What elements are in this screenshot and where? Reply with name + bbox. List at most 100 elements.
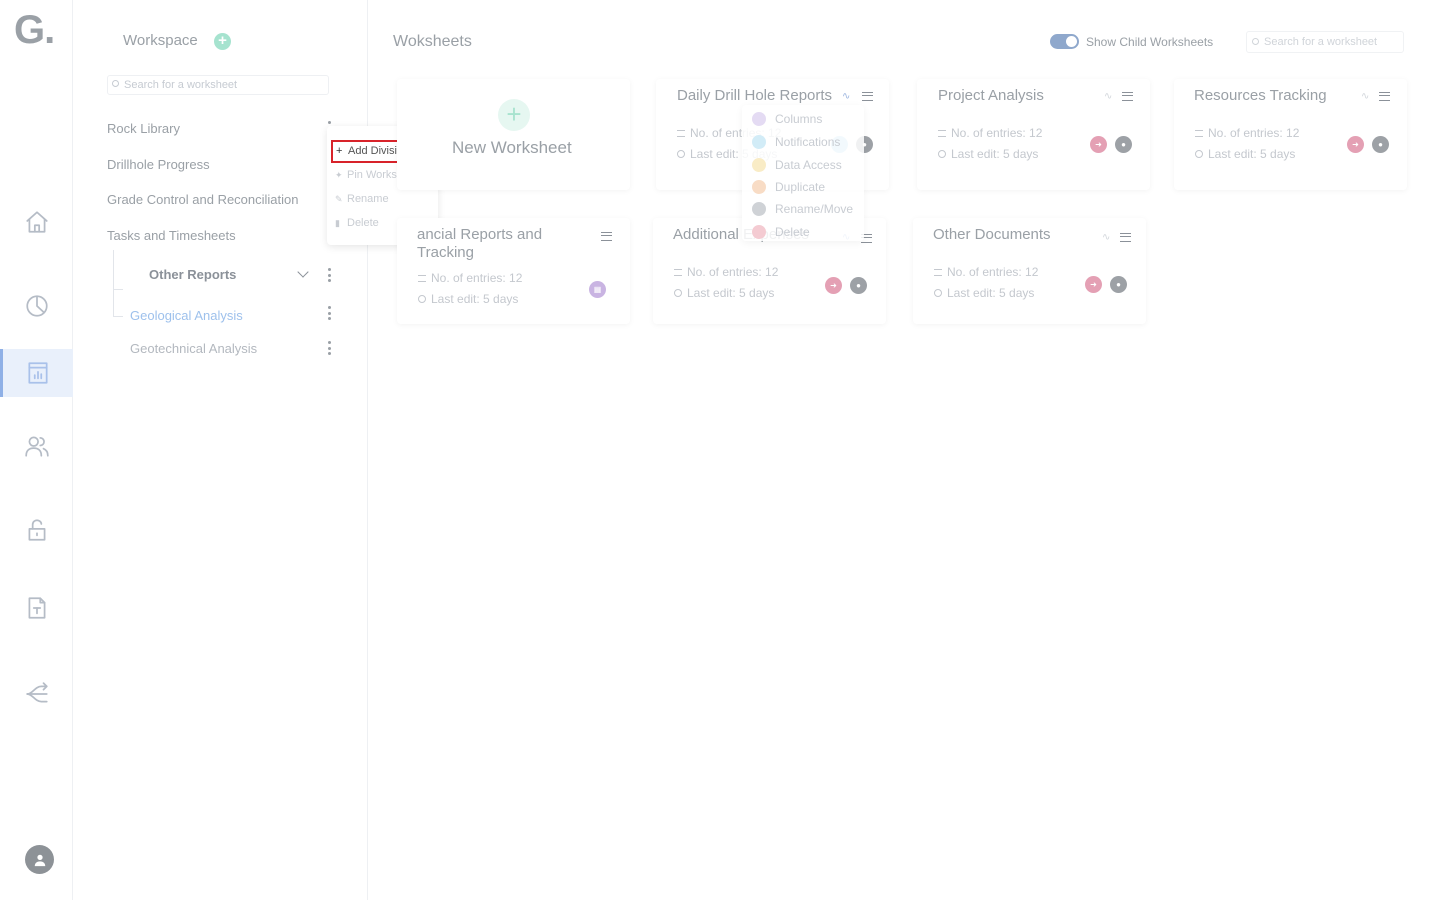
pie-chart-icon[interactable]: [0, 282, 73, 330]
flow-icon[interactable]: [0, 670, 73, 718]
view-icon[interactable]: ●: [1110, 276, 1127, 293]
tree-connector: [113, 250, 114, 316]
user-avatar[interactable]: [25, 845, 54, 874]
document-icon[interactable]: [0, 584, 73, 632]
menu-item-columns[interactable]: Columns: [752, 112, 822, 126]
geological-kebab-icon[interactable]: [324, 304, 334, 322]
other-reports-kebab-icon[interactable]: [324, 266, 334, 284]
worksheet-card[interactable]: ancial Reports and Tracking No. of entrie…: [397, 218, 630, 324]
view-icon[interactable]: ●: [1115, 136, 1132, 153]
entries-count: No. of entries: 12: [674, 265, 778, 279]
workspace-item-grade-control[interactable]: Grade Control and Reconciliation: [107, 192, 299, 207]
export-icon[interactable]: ➜: [1090, 136, 1107, 153]
nav-rail: G.: [0, 0, 73, 900]
chevron-down-icon[interactable]: [297, 266, 309, 278]
key-icon: [752, 158, 766, 172]
list-icon: [677, 130, 685, 137]
workspace-item-rock-library[interactable]: Rock Library: [107, 121, 180, 136]
new-worksheet-label: New Worksheet: [452, 138, 572, 157]
geotechnical-kebab-icon[interactable]: [324, 339, 334, 357]
unlock-icon[interactable]: [0, 506, 73, 554]
last-edit: Last edit: 5 days: [674, 286, 774, 300]
copy-icon: [752, 180, 766, 194]
new-worksheet-card[interactable]: + New Worksheet: [397, 79, 630, 190]
list-icon: [1195, 130, 1203, 137]
workspace-panel: Workspace + Search for a worksheet Rock …: [73, 0, 368, 900]
menu-icon[interactable]: [1120, 233, 1131, 242]
report-sheet-icon[interactable]: [0, 349, 73, 397]
list-icon: [674, 269, 682, 276]
clock-icon: [677, 150, 685, 158]
add-workspace-button[interactable]: +: [214, 33, 231, 50]
table-icon[interactable]: ▦: [589, 281, 606, 298]
rename-label: Rename: [347, 193, 389, 205]
last-edit: Last edit: 5 days: [938, 147, 1038, 161]
view-icon[interactable]: ●: [1372, 136, 1389, 153]
workspace-item-drillhole-progress[interactable]: Drillhole Progress: [107, 157, 210, 172]
workspace-title: Workspace: [123, 32, 198, 49]
worksheet-title: Project Analysis: [938, 87, 1044, 104]
search-icon: [1252, 38, 1259, 45]
worksheet-search-placeholder: Search for a worksheet: [1264, 36, 1378, 48]
app-logo[interactable]: G.: [14, 8, 55, 53]
export-icon[interactable]: ➜: [825, 277, 842, 294]
menu-item-duplicate[interactable]: Duplicate: [752, 180, 825, 194]
columns-icon: [752, 112, 766, 126]
clock-icon: [1195, 150, 1203, 158]
workspace-item-geological-analysis[interactable]: Geological Analysis: [130, 308, 243, 323]
link-icon: ∿: [1361, 91, 1370, 102]
worksheet-title: Other Documents: [933, 226, 1051, 243]
menu-icon[interactable]: [862, 92, 873, 101]
clock-icon: [418, 295, 426, 303]
pin-icon: ✦: [335, 170, 343, 180]
menu-icon[interactable]: [601, 232, 612, 241]
menu-item-rename-move[interactable]: Rename/Move: [752, 202, 853, 216]
home-icon[interactable]: [0, 198, 73, 246]
delete-button[interactable]: ▮ Delete: [335, 217, 379, 229]
clock-icon: [934, 289, 942, 297]
plus-icon: +: [498, 99, 530, 131]
worksheet-card[interactable]: Other Documents ∿ No. of entries: 12 Las…: [913, 218, 1146, 324]
trash-icon: [752, 225, 766, 239]
user-icon: [34, 854, 45, 866]
workspace-search-input[interactable]: Search for a worksheet: [107, 75, 329, 95]
workspace-item-tasks-timesheets[interactable]: Tasks and Timesheets: [107, 228, 236, 243]
worksheet-title: Resources Tracking: [1194, 87, 1327, 104]
export-icon[interactable]: ➜: [1347, 136, 1364, 153]
show-child-worksheets-label: Show Child Worksheets: [1086, 35, 1214, 49]
menu-item-data-access[interactable]: Data Access: [752, 158, 842, 172]
link-icon: ∿: [1102, 232, 1111, 243]
tree-connector: [113, 289, 123, 290]
show-child-worksheets-toggle[interactable]: [1050, 34, 1079, 49]
last-edit: Last edit: 5 days: [418, 292, 518, 306]
menu-item-delete[interactable]: Delete: [752, 225, 810, 239]
link-icon: ∿: [1104, 91, 1113, 102]
link-icon: ∿: [842, 91, 851, 102]
menu-icon[interactable]: [1379, 92, 1390, 101]
entries-count: No. of entries: 12: [418, 271, 522, 285]
worksheet-card[interactable]: Resources Tracking ∿ No. of entries: 12 …: [1174, 79, 1407, 190]
menu-icon[interactable]: [1122, 92, 1133, 101]
users-icon[interactable]: [0, 422, 73, 470]
app-root: G. Workspace + Search for a worksheet Ro…: [0, 0, 1440, 900]
entries-count: No. of entries: 12: [1195, 126, 1299, 140]
view-icon[interactable]: ●: [850, 277, 867, 294]
delete-label: Delete: [347, 217, 379, 229]
list-icon: [418, 275, 426, 282]
list-icon: [938, 130, 946, 137]
rename-button[interactable]: ✎ Rename: [335, 193, 389, 205]
export-icon[interactable]: ➜: [1085, 276, 1102, 293]
pencil-icon: ✎: [335, 194, 343, 204]
bell-icon: [752, 135, 766, 149]
clock-icon: [674, 289, 682, 297]
workspace-item-geotechnical-analysis[interactable]: Geotechnical Analysis: [130, 341, 257, 356]
entries-count: No. of entries: 12: [934, 265, 1038, 279]
list-icon: [934, 269, 942, 276]
last-edit: Last edit: 5 days: [934, 286, 1034, 300]
group-other-reports[interactable]: Other Reports: [149, 267, 236, 282]
worksheet-card[interactable]: Project Analysis ∿ No. of entries: 12 La…: [917, 79, 1150, 190]
worksheet-card-menu: Columns Notifications Data Access Duplic…: [742, 105, 864, 241]
pencil-icon: [752, 202, 766, 216]
menu-item-notifications[interactable]: Notifications: [752, 135, 840, 149]
worksheet-search-input[interactable]: Search for a worksheet: [1246, 31, 1404, 53]
